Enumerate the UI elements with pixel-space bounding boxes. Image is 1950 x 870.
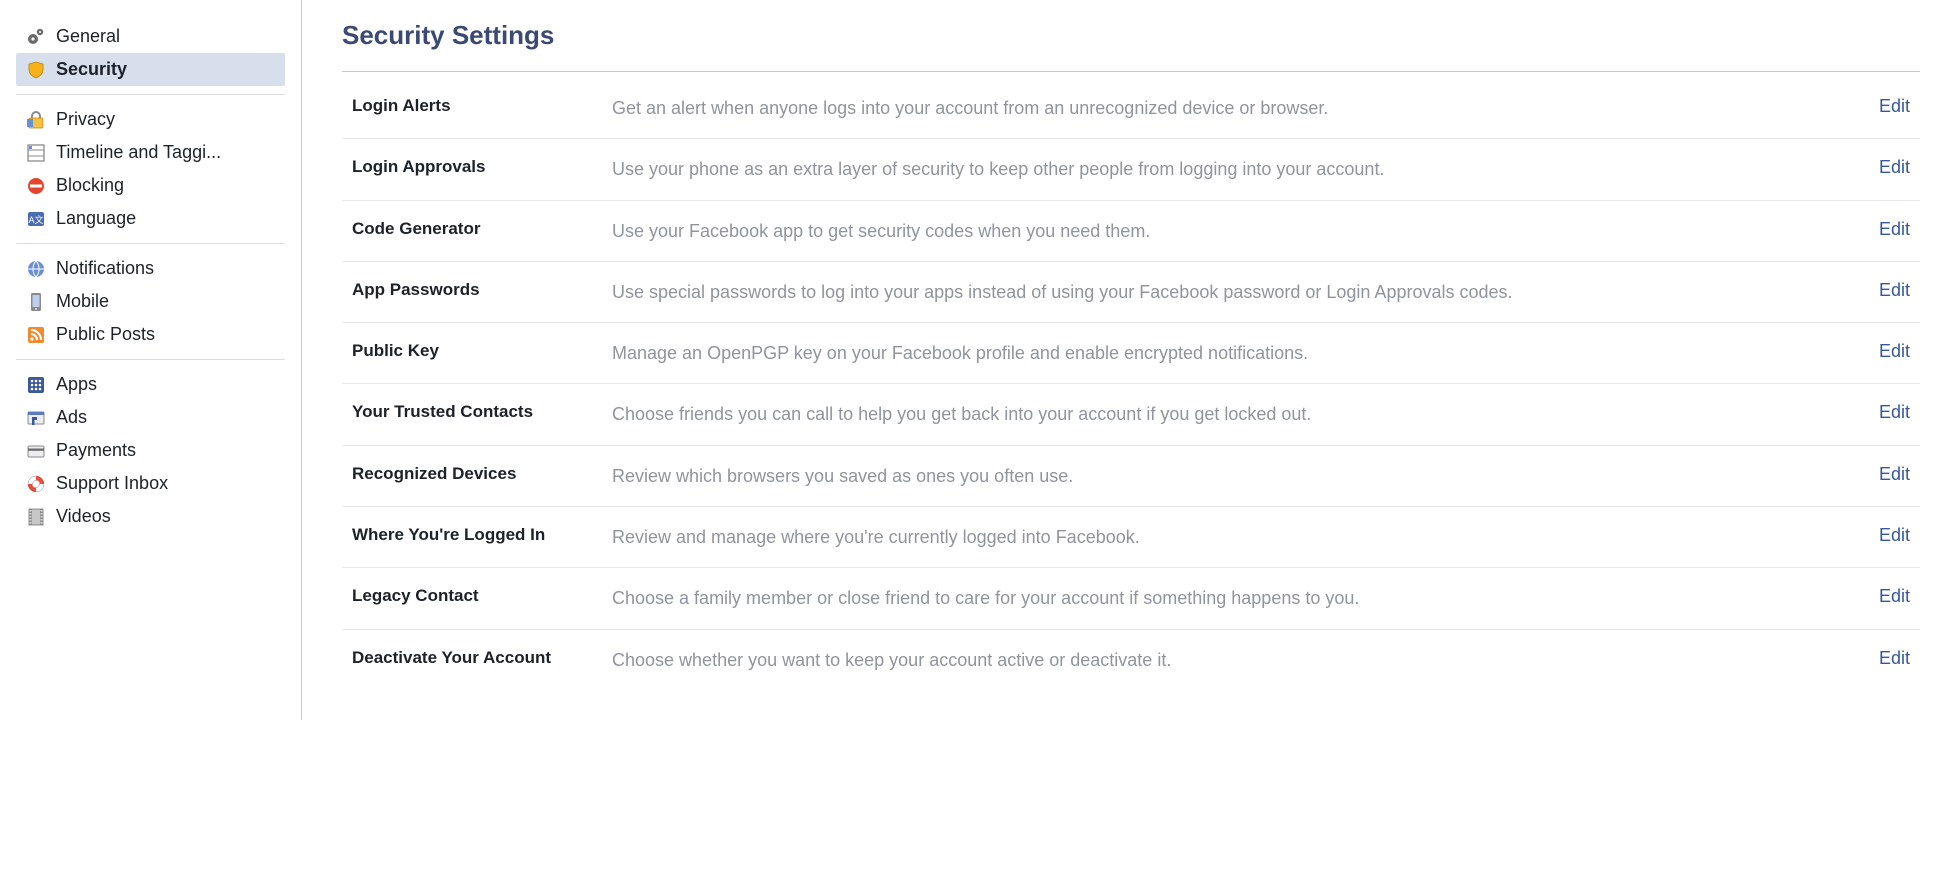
page-title: Security Settings xyxy=(342,20,1920,51)
language-icon: A文 xyxy=(26,209,46,229)
sidebar-item-privacy[interactable]: Privacy xyxy=(16,103,285,136)
sidebar-item-support[interactable]: Support Inbox xyxy=(16,467,285,500)
setting-label: App Passwords xyxy=(352,280,612,300)
sidebar-item-label: Privacy xyxy=(56,109,115,130)
sidebar-section: General Security xyxy=(16,20,285,95)
sidebar-item-apps[interactable]: Apps xyxy=(16,368,285,401)
setting-description: Review and manage where you're currently… xyxy=(612,525,1850,549)
film-icon xyxy=(26,507,46,527)
gears-icon xyxy=(26,27,46,47)
setting-description: Choose a family member or close friend t… xyxy=(612,586,1850,610)
sidebar-section: Apps Ads Payments Support Inbox Videos xyxy=(16,368,285,541)
sidebar-item-timeline[interactable]: Timeline and Taggi... xyxy=(16,136,285,169)
edit-link-deactivate[interactable]: Edit xyxy=(1850,648,1910,669)
lock-icon xyxy=(26,110,46,130)
mobile-icon xyxy=(26,292,46,312)
setting-row-where-logged-in[interactable]: Where You're Logged InReview and manage … xyxy=(342,507,1920,568)
sidebar-item-label: Mobile xyxy=(56,291,109,312)
setting-row-code-generator[interactable]: Code GeneratorUse your Facebook app to g… xyxy=(342,201,1920,262)
setting-description: Review which browsers you saved as ones … xyxy=(612,464,1850,488)
sidebar-item-ads[interactable]: Ads xyxy=(16,401,285,434)
sidebar-item-payments[interactable]: Payments xyxy=(16,434,285,467)
setting-description: Choose whether you want to keep your acc… xyxy=(612,648,1850,672)
sidebar-item-language[interactable]: A文 Language xyxy=(16,202,285,235)
edit-link-login-approvals[interactable]: Edit xyxy=(1850,157,1910,178)
settings-sidebar: General Security Privacy Timeline and Taggi… xyxy=(0,0,302,720)
sidebar-item-label: Language xyxy=(56,208,136,229)
settings-list: Login AlertsGet an alert when anyone log… xyxy=(342,78,1920,690)
card-icon xyxy=(26,441,46,461)
blocking-icon xyxy=(26,176,46,196)
sidebar-section: Privacy Timeline and Taggi... Blocking A文 La… xyxy=(16,103,285,244)
edit-link-login-alerts[interactable]: Edit xyxy=(1850,96,1910,117)
edit-link-app-passwords[interactable]: Edit xyxy=(1850,280,1910,301)
setting-description: Use your Facebook app to get security co… xyxy=(612,219,1850,243)
sidebar-item-label: Public Posts xyxy=(56,324,155,345)
setting-label: Code Generator xyxy=(352,219,612,239)
rss-icon xyxy=(26,325,46,345)
setting-label: Your Trusted Contacts xyxy=(352,402,612,422)
setting-row-trusted-contacts[interactable]: Your Trusted ContactsChoose friends you … xyxy=(342,384,1920,445)
setting-label: Where You're Logged In xyxy=(352,525,612,545)
sidebar-item-label: Blocking xyxy=(56,175,124,196)
sidebar-item-label: General xyxy=(56,26,120,47)
sidebar-item-label: Timeline and Taggi... xyxy=(56,142,221,163)
edit-link-recognized-devices[interactable]: Edit xyxy=(1850,464,1910,485)
sidebar-item-security[interactable]: Security xyxy=(16,53,285,86)
sidebar-item-mobile[interactable]: Mobile xyxy=(16,285,285,318)
setting-row-recognized-devices[interactable]: Recognized DevicesReview which browsers … xyxy=(342,446,1920,507)
edit-link-code-generator[interactable]: Edit xyxy=(1850,219,1910,240)
setting-description: Manage an OpenPGP key on your Facebook p… xyxy=(612,341,1850,365)
edit-link-trusted-contacts[interactable]: Edit xyxy=(1850,402,1910,423)
setting-row-app-passwords[interactable]: App PasswordsUse special passwords to lo… xyxy=(342,262,1920,323)
timeline-icon xyxy=(26,143,46,163)
ads-icon xyxy=(26,408,46,428)
globe-icon xyxy=(26,259,46,279)
lifebuoy-icon xyxy=(26,474,46,494)
setting-row-login-alerts[interactable]: Login AlertsGet an alert when anyone log… xyxy=(342,78,1920,139)
setting-row-legacy-contact[interactable]: Legacy ContactChoose a family member or … xyxy=(342,568,1920,629)
sidebar-item-videos[interactable]: Videos xyxy=(16,500,285,533)
sidebar-item-notifications[interactable]: Notifications xyxy=(16,252,285,285)
sidebar-item-general[interactable]: General xyxy=(16,20,285,53)
setting-row-login-approvals[interactable]: Login ApprovalsUse your phone as an extr… xyxy=(342,139,1920,200)
edit-link-public-key[interactable]: Edit xyxy=(1850,341,1910,362)
edit-link-legacy-contact[interactable]: Edit xyxy=(1850,586,1910,607)
setting-label: Public Key xyxy=(352,341,612,361)
setting-label: Legacy Contact xyxy=(352,586,612,606)
sidebar-item-label: Payments xyxy=(56,440,136,461)
svg-text:A文: A文 xyxy=(28,214,43,225)
apps-icon xyxy=(26,375,46,395)
sidebar-item-label: Support Inbox xyxy=(56,473,168,494)
sidebar-item-label: Security xyxy=(56,59,127,80)
sidebar-item-label: Notifications xyxy=(56,258,154,279)
sidebar-section: Notifications Mobile Public Posts xyxy=(16,252,285,360)
setting-label: Deactivate Your Account xyxy=(352,648,612,668)
edit-link-where-logged-in[interactable]: Edit xyxy=(1850,525,1910,546)
main-content: Security Settings Login AlertsGet an ale… xyxy=(302,0,1950,720)
setting-description: Use special passwords to log into your a… xyxy=(612,280,1850,304)
setting-description: Get an alert when anyone logs into your … xyxy=(612,96,1850,120)
setting-description: Use your phone as an extra layer of secu… xyxy=(612,157,1850,181)
setting-label: Login Alerts xyxy=(352,96,612,116)
setting-label: Login Approvals xyxy=(352,157,612,177)
setting-description: Choose friends you can call to help you … xyxy=(612,402,1850,426)
sidebar-item-publicposts[interactable]: Public Posts xyxy=(16,318,285,351)
sidebar-item-label: Ads xyxy=(56,407,87,428)
setting-row-deactivate[interactable]: Deactivate Your AccountChoose whether yo… xyxy=(342,630,1920,690)
title-divider xyxy=(342,71,1920,72)
shield-icon xyxy=(26,60,46,80)
setting-label: Recognized Devices xyxy=(352,464,612,484)
sidebar-item-label: Apps xyxy=(56,374,97,395)
sidebar-item-label: Videos xyxy=(56,506,111,527)
setting-row-public-key[interactable]: Public KeyManage an OpenPGP key on your … xyxy=(342,323,1920,384)
sidebar-item-blocking[interactable]: Blocking xyxy=(16,169,285,202)
